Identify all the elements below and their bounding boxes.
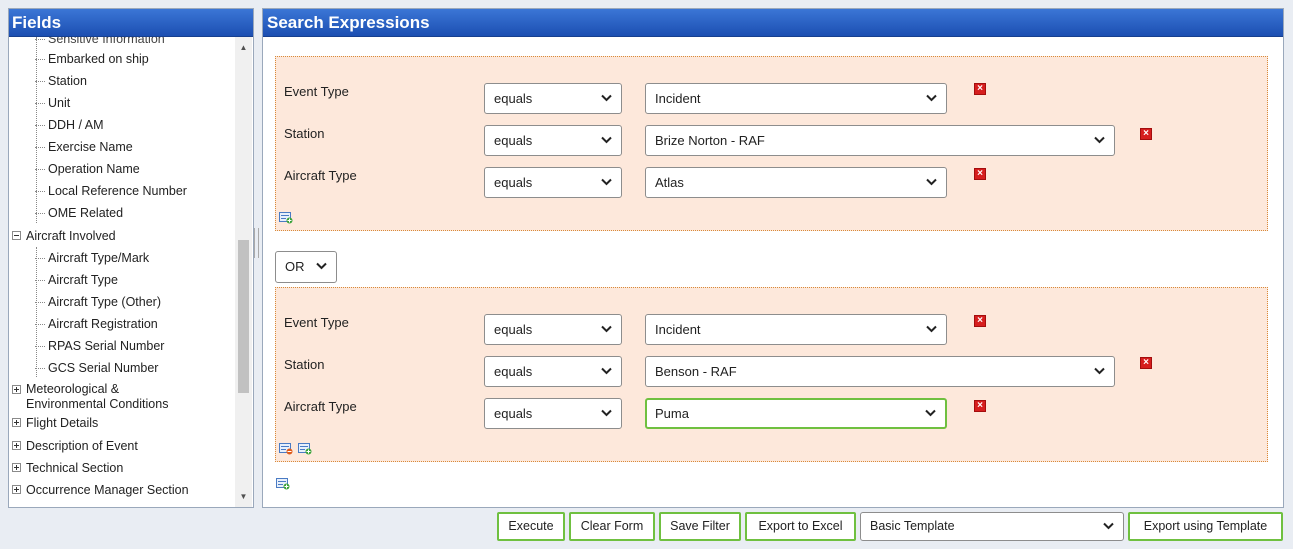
tree-item-aircraft-type-other[interactable]: Aircraft Type (Other)	[35, 291, 161, 313]
tree-section-description-of-event[interactable]: Description of Event	[12, 435, 138, 457]
tree-item-exercise-name[interactable]: Exercise Name	[35, 136, 133, 158]
chevron-down-icon	[601, 126, 612, 155]
remove-group-icon[interactable]	[279, 443, 293, 455]
collapse-icon[interactable]	[12, 231, 21, 241]
tree-item-embarked-on-ship[interactable]: Embarked on ship	[35, 48, 149, 70]
clear-form-button[interactable]: Clear Form	[569, 512, 655, 541]
search-panel-title: Search Expressions	[263, 9, 1283, 37]
operator-select[interactable]: equals	[484, 125, 622, 156]
scroll-up-arrow-icon[interactable]: ▲	[235, 39, 252, 56]
value-select[interactable]: Incident	[645, 83, 947, 114]
chevron-down-icon	[601, 168, 612, 197]
tree-section-aircraft-involved[interactable]: Aircraft Involved	[12, 225, 116, 247]
remove-condition-icon[interactable]: ×	[974, 400, 986, 412]
chevron-down-icon	[1094, 126, 1105, 155]
chevron-down-icon	[316, 252, 327, 281]
tree-section-technical-section[interactable]: Technical Section	[12, 457, 123, 479]
operator-select[interactable]: equals	[484, 356, 622, 387]
operator-select[interactable]: equals	[484, 167, 622, 198]
condition-field-label: Station	[284, 126, 325, 141]
value-select[interactable]: Benson - RAF	[645, 356, 1115, 387]
tree-item-operation-name[interactable]: Operation Name	[35, 158, 140, 180]
operator-select[interactable]: equals	[484, 398, 622, 429]
value-select[interactable]: Atlas	[645, 167, 947, 198]
condition-field-label: Event Type	[284, 315, 349, 330]
operator-select[interactable]: equals	[484, 83, 622, 114]
chevron-down-icon	[925, 400, 936, 427]
value-select[interactable]: Brize Norton - RAF	[645, 125, 1115, 156]
remove-condition-icon[interactable]: ×	[974, 168, 986, 180]
remove-condition-icon[interactable]: ×	[1140, 357, 1152, 369]
tree-item-rpas-serial-number[interactable]: RPAS Serial Number	[35, 335, 164, 357]
search-expressions-panel: Search Expressions Event Type equals Inc…	[262, 8, 1284, 508]
chevron-down-icon	[601, 84, 612, 113]
expand-icon[interactable]	[12, 418, 21, 428]
remove-condition-icon[interactable]: ×	[974, 315, 986, 327]
add-group-icon[interactable]	[276, 478, 290, 490]
tree-section-occurrence-manager[interactable]: Occurrence Manager Section	[12, 479, 189, 501]
chevron-down-icon	[926, 84, 937, 113]
expand-icon[interactable]	[12, 485, 21, 495]
condition-group-1: Event Type equals Incident × Station equ…	[275, 56, 1268, 231]
tree-item-station[interactable]: Station	[35, 70, 87, 92]
chevron-down-icon	[601, 315, 612, 344]
chevron-down-icon	[1103, 513, 1114, 540]
expand-icon[interactable]	[12, 463, 21, 473]
condition-field-label: Aircraft Type	[284, 399, 357, 414]
chevron-down-icon	[601, 399, 612, 428]
remove-condition-icon[interactable]: ×	[974, 83, 986, 95]
tree-item-gcs-serial-number[interactable]: GCS Serial Number	[35, 357, 158, 379]
expand-icon[interactable]	[12, 441, 21, 451]
chevron-down-icon	[926, 315, 937, 344]
fields-panel: Fields Sensitive Information Embarked on…	[8, 8, 254, 508]
chevron-down-icon	[601, 357, 612, 386]
chevron-down-icon	[1094, 357, 1105, 386]
operator-select[interactable]: equals	[484, 314, 622, 345]
save-filter-button[interactable]: Save Filter	[659, 512, 741, 541]
value-select[interactable]: Incident	[645, 314, 947, 345]
fields-tree: Sensitive Information Embarked on ship S…	[9, 37, 234, 507]
scroll-down-arrow-icon[interactable]: ▼	[235, 488, 252, 505]
tree-item-ddh-am[interactable]: DDH / AM	[35, 114, 104, 136]
execute-button[interactable]: Execute	[497, 512, 565, 541]
tree-item-ome-related[interactable]: OME Related	[35, 202, 123, 224]
remove-condition-icon[interactable]: ×	[1140, 128, 1152, 140]
template-select[interactable]: Basic Template	[860, 512, 1124, 541]
group-join-operator-select[interactable]: OR	[275, 251, 337, 283]
fields-scrollbar[interactable]: ▲ ▼	[235, 37, 252, 507]
add-condition-icon[interactable]	[279, 212, 293, 224]
tree-item-local-reference-number[interactable]: Local Reference Number	[35, 180, 187, 202]
export-using-template-button[interactable]: Export using Template	[1128, 512, 1283, 541]
condition-field-label: Aircraft Type	[284, 168, 357, 183]
condition-field-label: Event Type	[284, 84, 349, 99]
export-to-excel-button[interactable]: Export to Excel	[745, 512, 856, 541]
tree-item-aircraft-type-mark[interactable]: Aircraft Type/Mark	[35, 247, 149, 269]
condition-group-2: Event Type equals Incident × Station equ…	[275, 287, 1268, 462]
condition-field-label: Station	[284, 357, 325, 372]
tree-item-aircraft-type[interactable]: Aircraft Type	[35, 269, 118, 291]
tree-section-flight-details[interactable]: Flight Details	[12, 412, 98, 434]
value-select-focused[interactable]: Puma	[645, 398, 947, 429]
expand-icon[interactable]	[12, 385, 21, 394]
fields-panel-title: Fields	[9, 9, 253, 37]
tree-item-unit[interactable]: Unit	[35, 92, 70, 114]
add-condition-icon[interactable]	[298, 443, 312, 455]
panel-splitter[interactable]	[254, 228, 259, 258]
tree-item-aircraft-registration[interactable]: Aircraft Registration	[35, 313, 158, 335]
chevron-down-icon	[926, 168, 937, 197]
tree-section-meteorological[interactable]: Meteorological & Environmental Condition…	[12, 382, 168, 414]
scrollbar-thumb[interactable]	[238, 240, 249, 393]
